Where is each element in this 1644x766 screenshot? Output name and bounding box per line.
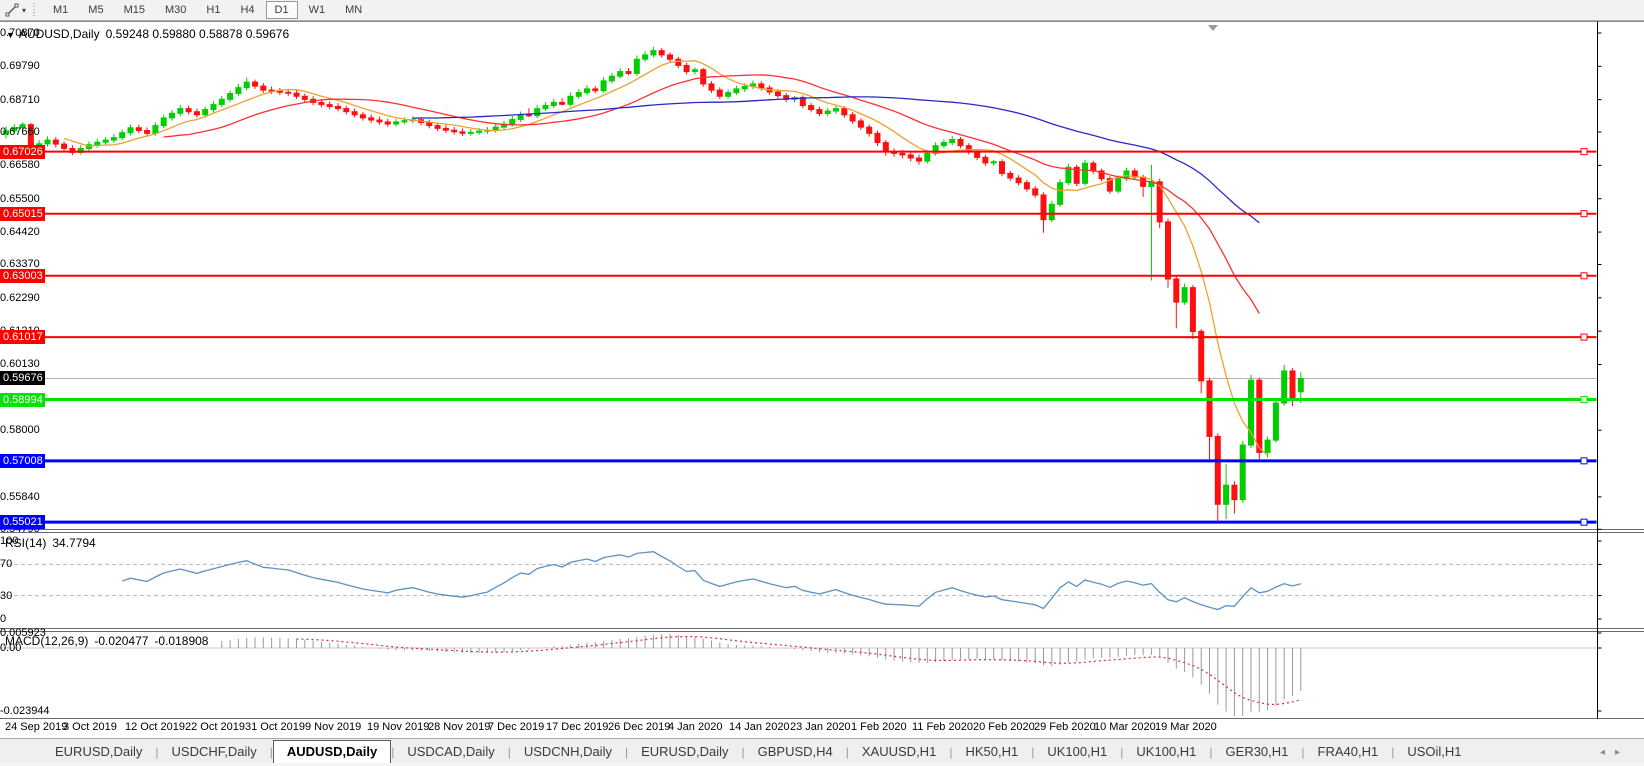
- chart-symbol: AUDUSD,Daily: [19, 27, 100, 41]
- chart-tab-xauusd-h1[interactable]: XAUUSD,H1: [849, 741, 949, 763]
- hline-price-tag: 0.67026: [0, 145, 45, 159]
- price-tick-label: 0.68710: [0, 93, 43, 107]
- symbol-tabbar: EURUSD,Daily|USDCHF,Daily|AUDUSD,Daily|U…: [0, 738, 1644, 763]
- chart-ohlc-values: 0.59248 0.59880 0.58878 0.59676: [106, 27, 290, 41]
- rsi-pane-label: RSI(14) 34.7794: [5, 536, 96, 550]
- date-label: 24 Sep 2019: [5, 721, 67, 733]
- price-tick-label: 0.69790: [0, 59, 43, 73]
- hline-price-tag: 0.55021: [0, 515, 45, 529]
- chart-tab-ger30-h1[interactable]: GER30,H1: [1213, 741, 1302, 763]
- hline-price-tag: 0.58994: [0, 393, 45, 407]
- price-tick-label: 0.65500: [0, 192, 43, 206]
- date-label: 10 Mar 2020: [1094, 721, 1156, 733]
- symbol-tabs: EURUSD,Daily|USDCHF,Daily|AUDUSD,Daily|U…: [42, 740, 1475, 763]
- hline-price-tag: 0.63003: [0, 269, 45, 283]
- macd-pane-label: MACD(12,26,9) -0.020477 -0.018908: [5, 634, 208, 648]
- price-tick-label: 0.55840: [0, 490, 43, 504]
- chart-tab-eurusd-daily[interactable]: EURUSD,Daily: [628, 741, 741, 763]
- chart-tab-uk100-h1[interactable]: UK100,H1: [1034, 741, 1120, 763]
- date-label: 12 Oct 2019: [125, 721, 185, 733]
- chart-tab-usdchf-daily[interactable]: USDCHF,Daily: [159, 741, 270, 763]
- trading-terminal: ▾ M1M5M15M30H1H4D1W1MN ▼AUDUSD,Daily0.59…: [0, 0, 1644, 766]
- date-label: 20 Feb 2020: [973, 721, 1035, 733]
- symbol-collapse-icon[interactable]: ▼: [6, 30, 15, 40]
- date-label: 23 Jan 2020: [790, 721, 851, 733]
- chart-tab-usdcnh-daily[interactable]: USDCNH,Daily: [511, 741, 625, 763]
- macd-indicator-name: MACD(12,26,9): [5, 634, 88, 648]
- chart-tab-hk50-h1[interactable]: HK50,H1: [952, 741, 1031, 763]
- date-label: 9 Nov 2019: [305, 721, 361, 733]
- hline-price-tag: 0.61017: [0, 330, 45, 344]
- rsi-tick-label: 70: [0, 557, 43, 571]
- date-label: 22 Oct 2019: [185, 721, 245, 733]
- date-label: 17 Dec 2019: [546, 721, 608, 733]
- rsi-indicator-name: RSI(14): [5, 536, 46, 550]
- chart-tab-eurusd-daily[interactable]: EURUSD,Daily: [42, 741, 155, 763]
- date-label: 31 Oct 2019: [245, 721, 305, 733]
- tab-scroll-arrows: ◂▸: [1600, 747, 1630, 763]
- chart-tab-usdcad-daily[interactable]: USDCAD,Daily: [394, 741, 507, 763]
- chart-tab-usoil-h1[interactable]: USOil,H1: [1394, 741, 1474, 763]
- price-tick-label: 0.62290: [0, 291, 43, 305]
- price-tick-label: 0.67660: [0, 125, 43, 139]
- date-label: 14 Jan 2020: [729, 721, 790, 733]
- scroll-left-icon[interactable]: ◂: [1600, 747, 1615, 758]
- chart-tab-audusd-daily[interactable]: AUDUSD,Daily: [273, 740, 391, 763]
- chart-region: ▼ AUDUSD,Daily 0.59248 0.59880 0.58878 0.5…: [0, 0, 1644, 766]
- date-label: 7 Dec 2019: [488, 721, 544, 733]
- chart-tab-fra40-h1[interactable]: FRA40,H1: [1305, 741, 1392, 763]
- rsi-tick-label: 0: [0, 612, 43, 626]
- date-label: 28 Nov 2019: [428, 721, 490, 733]
- price-tick-label: 0.58000: [0, 423, 43, 437]
- date-label: 11 Feb 2020: [912, 721, 973, 733]
- hline-price-tag: 0.65015: [0, 207, 45, 221]
- chart-tab-gbpusd-h4[interactable]: GBPUSD,H4: [745, 741, 846, 763]
- date-label: 19 Mar 2020: [1155, 721, 1217, 733]
- chart-tab-uk100-h1[interactable]: UK100,H1: [1123, 741, 1209, 763]
- current-price-tag: 0.59676: [0, 371, 45, 385]
- date-label: 4 Jan 2020: [668, 721, 722, 733]
- date-label: 29 Feb 2020: [1034, 721, 1096, 733]
- scroll-right-icon[interactable]: ▸: [1615, 747, 1630, 758]
- hline-price-tag: 0.57008: [0, 454, 45, 468]
- date-label: 1 Feb 2020: [851, 721, 907, 733]
- macd-signal-value: -0.018908: [154, 634, 208, 648]
- macd-tick-label: -0.023944: [0, 704, 43, 718]
- date-label: 19 Nov 2019: [367, 721, 429, 733]
- date-label: 3 Oct 2019: [63, 721, 117, 733]
- date-label: 26 Dec 2019: [608, 721, 670, 733]
- rsi-value: 34.7794: [52, 536, 95, 550]
- price-tick-label: 0.66580: [0, 158, 43, 172]
- price-tick-label: 0.64420: [0, 225, 43, 239]
- chart-title: ▼ AUDUSD,Daily 0.59248 0.59880 0.58878 0.5…: [6, 27, 289, 41]
- macd-main-value: -0.020477: [94, 634, 148, 648]
- chart-canvas[interactable]: [0, 22, 1597, 719]
- rsi-tick-label: 30: [0, 589, 43, 603]
- price-tick-label: 0.60130: [0, 357, 43, 371]
